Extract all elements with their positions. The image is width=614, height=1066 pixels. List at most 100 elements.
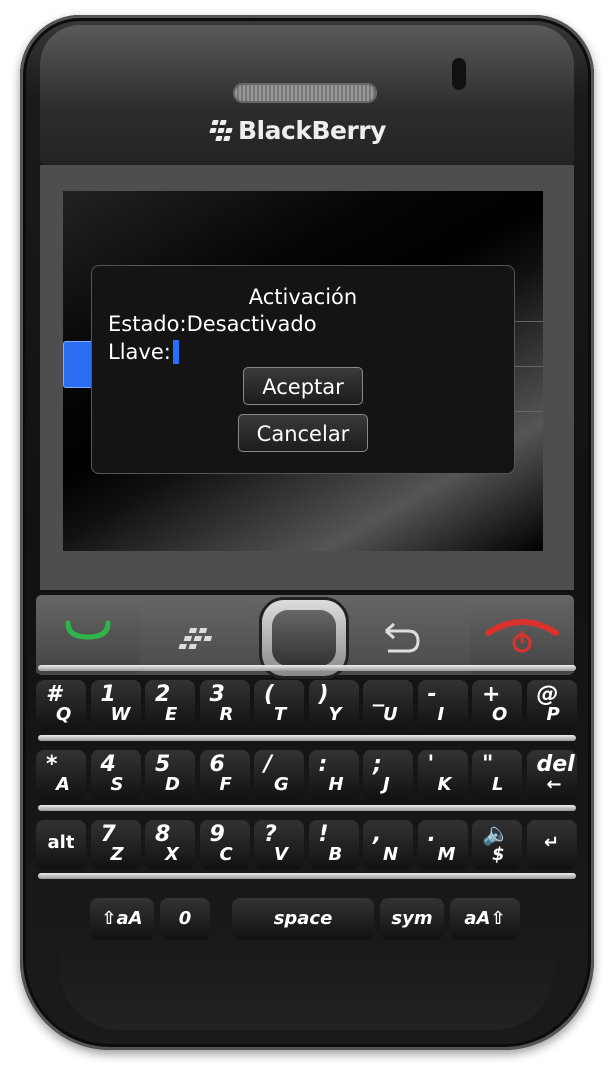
background-divider: [513, 321, 543, 322]
keyboard-key[interactable]: 3R: [199, 680, 250, 730]
key-field[interactable]: Llave:: [108, 340, 179, 364]
key-bottom-label: W: [110, 704, 131, 725]
device-screen: Activación Estado:Desactivado Llave: Ace…: [63, 191, 543, 551]
keyboard-key[interactable]: ) Y: [308, 680, 359, 730]
key-bottom-label: Z: [110, 844, 124, 865]
key-bottom-label: F: [219, 774, 232, 795]
key-top-label: !: [318, 822, 329, 847]
shift-left-key[interactable]: ⇧aA: [90, 898, 154, 940]
text-cursor: [172, 340, 179, 364]
keyboard-fret: [38, 665, 576, 671]
key-label: alt: [47, 832, 75, 853]
key-bottom-label: C: [219, 844, 233, 865]
key-bottom-label: I: [437, 704, 445, 725]
key-top-label: ': [427, 752, 435, 777]
keyboard-key[interactable]: ' K: [417, 750, 468, 800]
keyboard-key[interactable]: ! B: [308, 820, 359, 870]
keyboard-key[interactable]: alt: [36, 820, 86, 870]
accept-button[interactable]: Aceptar: [243, 367, 363, 405]
keyboard-key[interactable]: ,N: [363, 820, 413, 870]
keyboard-key[interactable]: + O: [472, 680, 522, 730]
key-bottom-label: N: [383, 844, 399, 865]
keyboard-key[interactable]: -I: [417, 680, 468, 730]
key-top-label: ,: [373, 822, 382, 847]
cancel-button[interactable]: Cancelar: [238, 414, 368, 452]
call-button[interactable]: [36, 595, 140, 673]
key-bottom-label: O: [492, 704, 508, 725]
keyboard-key[interactable]: 2E: [145, 680, 195, 730]
back-button[interactable]: [346, 595, 466, 673]
keyboard-key[interactable]: 5D: [145, 750, 195, 800]
shift-right-key[interactable]: aA⇧: [450, 898, 520, 940]
back-arrow-icon: [385, 622, 420, 653]
key-bottom-label: R: [219, 704, 234, 725]
key-top-label: :: [318, 752, 328, 777]
activation-status: Estado:Desactivado: [108, 312, 317, 336]
key-top-label: -: [427, 682, 437, 707]
keyboard-key[interactable]: 🔈 $: [472, 820, 522, 870]
key-bottom-label: A: [56, 774, 70, 795]
key-bottom-label: K: [437, 774, 452, 795]
zero-key[interactable]: 0: [160, 898, 210, 940]
speaker-grille: [233, 83, 377, 103]
device-chin: [60, 950, 554, 1030]
key-bottom-label: S: [110, 774, 124, 795]
background-divider: [513, 366, 543, 367]
keyboard-key[interactable]: 4S: [90, 750, 141, 800]
blackberry-menu-icon: [178, 628, 213, 649]
keyboard-key[interactable]: 9C: [199, 820, 250, 870]
key-bottom-label: M: [437, 844, 456, 865]
key-top-label: /: [264, 752, 273, 777]
key-bottom-label: J: [383, 774, 390, 795]
keyboard-key[interactable]: 8X: [145, 820, 195, 870]
phone-red-power-icon: [485, 619, 559, 653]
key-bottom-label: D: [165, 774, 180, 795]
key-bottom-label: L: [492, 774, 504, 795]
keyboard-fret: [38, 735, 576, 741]
keyboard-key[interactable]: ; J: [363, 750, 413, 800]
keyboard-fret: [38, 873, 576, 879]
keyboard-key[interactable]: ↵: [526, 820, 577, 870]
keyboard-key[interactable]: 7Z: [90, 820, 141, 870]
key-bottom-label: V: [274, 844, 288, 865]
dialog-title: Activación: [248, 285, 358, 309]
key-bottom-label: P: [546, 704, 560, 725]
keyboard-key[interactable]: :H: [308, 750, 359, 800]
keyboard-key[interactable]: (T: [254, 680, 304, 730]
background-divider: [513, 411, 543, 412]
key-top-label: ;: [373, 752, 382, 777]
key-bottom-label: X: [165, 844, 179, 865]
brand-name: BlackBerry: [238, 116, 386, 145]
key-bottom-label: Y: [328, 704, 342, 725]
notification-led: [452, 58, 466, 90]
keyboard-key[interactable]: _ U: [363, 680, 413, 730]
keyboard-key[interactable]: del ←: [526, 750, 577, 800]
keyboard-key[interactable]: ? V: [254, 820, 304, 870]
keyboard-key[interactable]: .M: [417, 820, 468, 870]
brand-logo: BlackBerry: [207, 116, 386, 145]
space-key[interactable]: space: [232, 898, 374, 940]
blackberry-logo-icon: [207, 120, 235, 141]
key-label: ↵: [543, 832, 560, 853]
keyboard-key[interactable]: @ P: [526, 680, 577, 730]
end-call-button[interactable]: [470, 595, 574, 673]
key-bottom-label: Q: [56, 704, 72, 725]
keyboard-key[interactable]: 6F: [199, 750, 250, 800]
key-label: Llave:: [108, 340, 171, 364]
sym-key[interactable]: sym: [380, 898, 444, 940]
keyboard-key[interactable]: * A: [36, 750, 86, 800]
phone-green-icon: [65, 620, 111, 640]
key-top-label: .: [427, 822, 436, 847]
keyboard-key[interactable]: # Q: [36, 680, 86, 730]
keyboard-key[interactable]: 1W: [90, 680, 141, 730]
key-bottom-label: U: [383, 704, 398, 725]
menu-button[interactable]: [144, 595, 264, 673]
key-top-label: ): [318, 682, 329, 707]
key-bottom-label: G: [274, 774, 289, 795]
keyboard-fret: [38, 805, 576, 811]
keyboard-key[interactable]: / G: [254, 750, 304, 800]
key-bottom-label: ←: [546, 774, 562, 795]
key-bottom-label: T: [274, 704, 287, 725]
activation-dialog: Activación Estado:Desactivado Llave: Ace…: [91, 265, 515, 474]
keyboard-key[interactable]: " L: [472, 750, 522, 800]
